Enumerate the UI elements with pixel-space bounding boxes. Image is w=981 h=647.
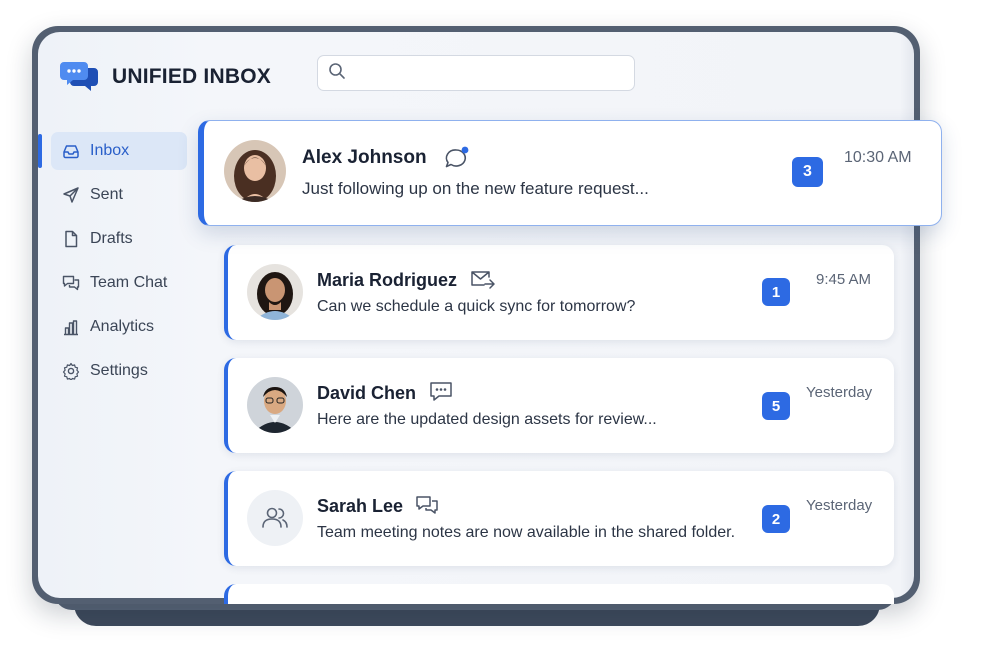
sidebar-item-settings[interactable]: Settings	[38, 352, 198, 390]
sidebar-item-sent[interactable]: Sent	[38, 176, 198, 214]
message-card-partial[interactable]	[224, 584, 894, 604]
email-forward-icon	[470, 268, 496, 295]
avatar	[224, 140, 286, 202]
avatar	[247, 264, 303, 320]
app-title: UNIFIED INBOX	[112, 65, 271, 88]
message-card-selected[interactable]: Alex Johnson Just following up on the ne…	[198, 120, 942, 226]
document-icon	[62, 230, 80, 248]
stage: UNIFIED INBOX Inbox Sent Drafts Team Cha…	[0, 0, 981, 647]
message-time: 9:45 AM	[816, 271, 872, 288]
message-time: Yesterday	[806, 497, 873, 514]
sidebar-item-drafts[interactable]: Drafts	[38, 220, 198, 258]
sidebar-item-label: Sent	[90, 186, 123, 203]
message-preview: Team meeting notes are now available in …	[317, 524, 736, 541]
sidebar-item-label: Team Chat	[90, 274, 168, 291]
message-card[interactable]: David Chen Here are the updated design a…	[224, 358, 894, 453]
sidebar-item-analytics[interactable]: Analytics	[38, 308, 198, 346]
user-group-icon	[261, 505, 289, 536]
brand: UNIFIED INBOX	[60, 60, 271, 94]
sidebar-item-label: Analytics	[90, 318, 155, 335]
chat-icon	[62, 274, 80, 292]
sender-name: Alex Johnson	[302, 147, 427, 168]
search-box[interactable]	[317, 55, 635, 91]
avatar-placeholder	[247, 490, 303, 546]
avatar	[247, 377, 303, 433]
message-preview: Here are the updated design assets for r…	[317, 411, 657, 428]
unread-count-badge: 3	[792, 157, 823, 187]
message-time: Yesterday	[806, 384, 873, 401]
chat-bubble-unread-icon	[444, 146, 472, 175]
inbox-icon	[62, 142, 80, 160]
sidebar-item-label: Settings	[90, 362, 148, 379]
bar-chart-icon	[62, 318, 80, 336]
sidebar-item-team-chat[interactable]: Team Chat	[38, 264, 198, 302]
search-input[interactable]	[354, 65, 624, 81]
screen-edge	[900, 32, 914, 598]
message-dots-icon	[429, 381, 453, 408]
message-card[interactable]: Maria Rodriguez Can we schedule a quick …	[224, 245, 894, 340]
unread-count-badge: 1	[762, 278, 790, 306]
sidebar-item-label: Inbox	[90, 142, 130, 159]
sidebar-item-label: Drafts	[90, 230, 133, 247]
sender-name: Sarah Lee	[317, 496, 404, 516]
sidebar-item-inbox[interactable]: Inbox	[38, 132, 187, 170]
chat-bubbles-logo-icon	[60, 60, 100, 94]
gear-icon	[62, 362, 80, 380]
message-time: 10:30 AM	[844, 149, 912, 166]
unread-count-badge: 5	[762, 392, 790, 420]
group-chat-icon	[415, 494, 439, 521]
search-icon	[328, 62, 346, 85]
message-preview: Just following up on the new feature req…	[302, 179, 649, 198]
sender-name: David Chen	[317, 383, 417, 403]
message-preview: Can we schedule a quick sync for tomorro…	[317, 298, 636, 315]
unread-count-badge: 2	[762, 505, 790, 533]
message-card[interactable]: Sarah Lee Team meeting notes are now ava…	[224, 471, 894, 566]
send-icon	[62, 186, 80, 204]
sidebar: Inbox Sent Drafts Team Chat Analytics Se…	[38, 132, 198, 396]
sender-name: Maria Rodriguez	[317, 270, 458, 290]
